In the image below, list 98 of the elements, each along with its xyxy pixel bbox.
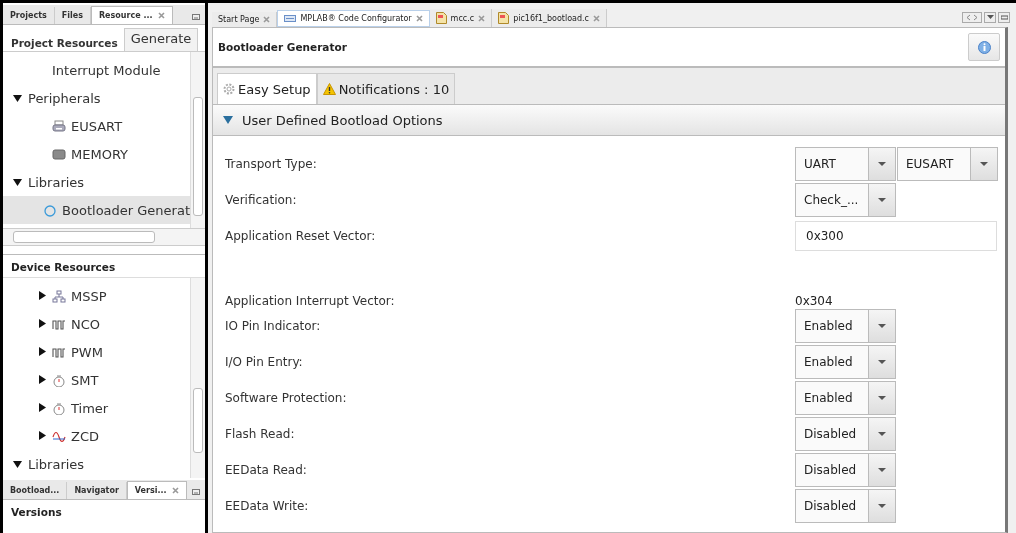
- caret-icon: [878, 198, 886, 202]
- editor-tab[interactable]: MPLAB® Code Configurator: [277, 10, 430, 27]
- chip-icon: [52, 147, 66, 161]
- tree-item[interactable]: ZCD: [71, 428, 99, 444]
- caret-icon: [878, 162, 886, 166]
- field-label: IO Pin Indicator:: [225, 319, 322, 333]
- warning-icon: [322, 83, 336, 95]
- info-icon: [977, 40, 991, 54]
- caret-icon: [878, 360, 886, 364]
- tree-item[interactable]: MSSP: [71, 288, 107, 304]
- editor-tab[interactable]: Start Page: [212, 12, 278, 27]
- tree-item[interactable]: NCO: [71, 316, 101, 332]
- pulse-icon: [52, 345, 66, 359]
- expander-icon[interactable]: [37, 375, 47, 385]
- field-label: Flash Read:: [225, 427, 296, 441]
- tree-item[interactable]: Libraries: [28, 174, 85, 190]
- expander-icon[interactable]: [37, 347, 47, 357]
- field-label: Verification:: [225, 193, 298, 207]
- panel-tab[interactable]: Files: [54, 7, 91, 24]
- tree-item[interactable]: PWM: [71, 344, 103, 360]
- dropdown[interactable]: Disabled: [795, 489, 896, 523]
- tree-item[interactable]: Bootloader Generat: [62, 202, 190, 218]
- dropdown[interactable]: Disabled: [795, 453, 896, 487]
- circle-icon: [43, 203, 58, 217]
- panel-tab[interactable]: Bootload...: [3, 482, 68, 499]
- tab[interactable]: Easy Setup: [217, 73, 317, 104]
- caret-icon: [878, 396, 886, 400]
- expander-icon[interactable]: [13, 93, 23, 103]
- caret-icon: [980, 162, 988, 166]
- panel-title: Device Resources: [3, 254, 205, 278]
- tab[interactable]: Generate: [123, 28, 199, 51]
- expander-icon[interactable]: [37, 403, 47, 413]
- expander-icon[interactable]: [13, 177, 23, 187]
- dropdown[interactable]: Enabled: [795, 309, 896, 343]
- caret-icon: [878, 504, 886, 508]
- expander-icon[interactable]: [13, 459, 23, 469]
- panel-tab[interactable]: Projects: [3, 7, 55, 24]
- panel-tab[interactable]: Navigator: [67, 482, 127, 499]
- panel-tab[interactable]: Versi...: [126, 481, 187, 499]
- stopwatch-icon: [52, 373, 66, 387]
- dropdown[interactable]: Check_...: [795, 183, 896, 217]
- close-icon[interactable]: [592, 14, 600, 22]
- dropdown[interactable]: Enabled: [795, 345, 896, 379]
- close-icon[interactable]: [415, 15, 423, 22]
- tree-item[interactable]: EUSART: [71, 118, 123, 134]
- minimize-icon[interactable]: [998, 12, 1010, 23]
- panel-tab[interactable]: Resource ...: [90, 6, 173, 24]
- scrollbar[interactable]: [190, 278, 205, 478]
- caret-icon: [878, 324, 886, 328]
- pulse-icon: [52, 317, 66, 331]
- field-label: Transport Type:: [225, 157, 318, 171]
- close-icon[interactable]: [478, 14, 486, 22]
- expander-icon[interactable]: [37, 319, 47, 329]
- tree-item[interactable]: Timer: [71, 400, 109, 416]
- caret-icon: [878, 432, 886, 436]
- caret-icon: [878, 468, 886, 472]
- field-label: Application Interrupt Vector:: [225, 294, 396, 308]
- dropdown[interactable]: Disabled: [795, 417, 896, 451]
- tree-row-highlight[interactable]: Bootloader Generat: [3, 196, 190, 224]
- close-icon[interactable]: [263, 16, 271, 23]
- gear-icon: [223, 83, 235, 95]
- field-label: Software Protection:: [225, 391, 348, 405]
- expander-icon: [223, 115, 233, 125]
- file-icon: [435, 12, 447, 24]
- stopwatch-icon: [52, 401, 66, 415]
- tree-item[interactable]: SMT: [71, 372, 99, 388]
- scrollbar[interactable]: [190, 52, 205, 228]
- wave-icon: [52, 429, 66, 443]
- dropdown[interactable]: Enabled: [795, 381, 896, 415]
- expander-icon[interactable]: [37, 291, 47, 301]
- printer-icon: [52, 119, 66, 133]
- editor-tab[interactable]: pic16f1_bootload.c: [492, 9, 607, 27]
- field-value: 0x304: [795, 294, 833, 308]
- panel-icon: [284, 14, 297, 23]
- file-icon: [498, 12, 510, 24]
- editor-tab[interactable]: mcc.c: [429, 9, 493, 27]
- dropdown[interactable]: UART: [795, 147, 896, 181]
- section-header[interactable]: User Defined Bootload Options: [213, 105, 1005, 136]
- tab[interactable]: Notifications : 10: [316, 73, 456, 104]
- page-title: Bootloader Generator: [218, 41, 347, 53]
- field-label: I/O Pin Entry:: [225, 355, 304, 369]
- tree-item[interactable]: Peripherals: [28, 90, 101, 106]
- field-label: EEData Read:: [225, 463, 308, 477]
- scrollbar[interactable]: [3, 229, 205, 246]
- field-label: EEData Write:: [225, 499, 310, 513]
- network-icon: [52, 289, 66, 303]
- tree-item[interactable]: MEMORY: [71, 146, 129, 162]
- expander-icon[interactable]: [37, 431, 47, 441]
- panel-title: Versions: [10, 505, 63, 520]
- close-icon: [157, 12, 165, 19]
- tree-item[interactable]: Interrupt Module: [52, 62, 161, 78]
- dropdown[interactable]: EUSART: [897, 147, 998, 181]
- info-button[interactable]: [968, 33, 1000, 61]
- tree-item[interactable]: Libraries: [28, 456, 85, 472]
- close-icon: [171, 487, 179, 494]
- input-field[interactable]: 0x300: [795, 221, 997, 251]
- field-label: Application Reset Vector:: [225, 229, 377, 243]
- dropdown-icon[interactable]: [984, 12, 996, 23]
